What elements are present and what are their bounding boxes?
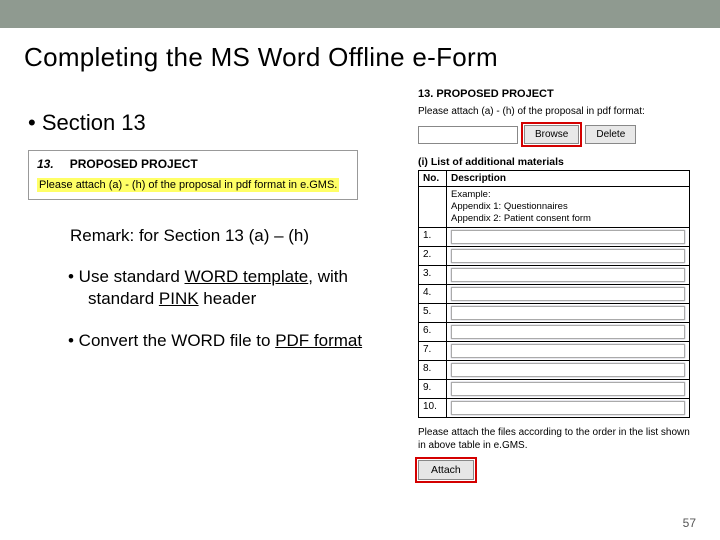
bullet-2: • Convert the WORD file to PDF format	[88, 330, 388, 352]
description-input[interactable]	[451, 363, 685, 377]
doc-clip-heading: PROPOSED PROJECT	[70, 157, 198, 171]
doc-clip-highlight: Please attach (a) - (h) of the proposal …	[37, 178, 339, 192]
example-cell: Example: Appendix 1: Questionnaires Appe…	[447, 187, 690, 228]
file-upload-row: Browse Delete	[418, 125, 690, 144]
description-input[interactable]	[451, 230, 685, 244]
section-heading: • Section 13	[50, 110, 388, 136]
table-row: 4.	[419, 284, 690, 303]
description-input[interactable]	[451, 268, 685, 282]
table-row: 3.	[419, 265, 690, 284]
doc-clip-number: 13.	[37, 157, 54, 171]
file-path-input[interactable]	[418, 126, 518, 144]
left-column: • Section 13 13. PROPOSED PROJECT Please …	[28, 110, 388, 371]
description-input[interactable]	[451, 382, 685, 396]
description-input[interactable]	[451, 306, 685, 320]
top-bar	[0, 0, 720, 28]
right-column: 13. PROPOSED PROJECT Please attach (a) -…	[418, 88, 690, 480]
table-row: 5.	[419, 303, 690, 322]
table-row: 7.	[419, 341, 690, 360]
browse-button[interactable]: Browse	[524, 125, 579, 144]
form-section-subheading: Please attach (a) - (h) of the proposal …	[418, 106, 690, 117]
remark-text: Remark: for Section 13 (a) – (h)	[70, 226, 388, 246]
example-row: Example: Appendix 1: Questionnaires Appe…	[419, 187, 690, 228]
table-row: 2.	[419, 246, 690, 265]
additional-materials-heading: (i) List of additional materials	[418, 156, 690, 168]
table-row: 8.	[419, 360, 690, 379]
form-section-heading: 13. PROPOSED PROJECT	[418, 88, 690, 100]
page-number: 57	[683, 516, 696, 530]
attach-note: Please attach the files according to the…	[418, 426, 690, 452]
description-input[interactable]	[451, 344, 685, 358]
description-input[interactable]	[451, 249, 685, 263]
table-header-row: No. Description	[419, 171, 690, 187]
word-document-clip: 13. PROPOSED PROJECT Please attach (a) - …	[28, 150, 358, 200]
doc-clip-header: 13. PROPOSED PROJECT	[29, 151, 357, 175]
materials-table: No. Description Example: Appendix 1: Que…	[418, 170, 690, 418]
table-row: 10.	[419, 398, 690, 417]
doc-clip-body: Please attach (a) - (h) of the proposal …	[29, 175, 357, 199]
table-row: 6.	[419, 322, 690, 341]
description-input[interactable]	[451, 325, 685, 339]
col-no: No.	[419, 171, 447, 187]
col-description: Description	[447, 171, 690, 187]
description-input[interactable]	[451, 287, 685, 301]
table-row: 9.	[419, 379, 690, 398]
table-row: 1.	[419, 227, 690, 246]
description-input[interactable]	[451, 401, 685, 415]
delete-button[interactable]: Delete	[585, 125, 636, 144]
page-title: Completing the MS Word Offline e-Form	[0, 28, 720, 79]
bullet-1: • Use standard WORD template, with stand…	[88, 266, 388, 310]
attach-button[interactable]: Attach	[418, 460, 474, 480]
